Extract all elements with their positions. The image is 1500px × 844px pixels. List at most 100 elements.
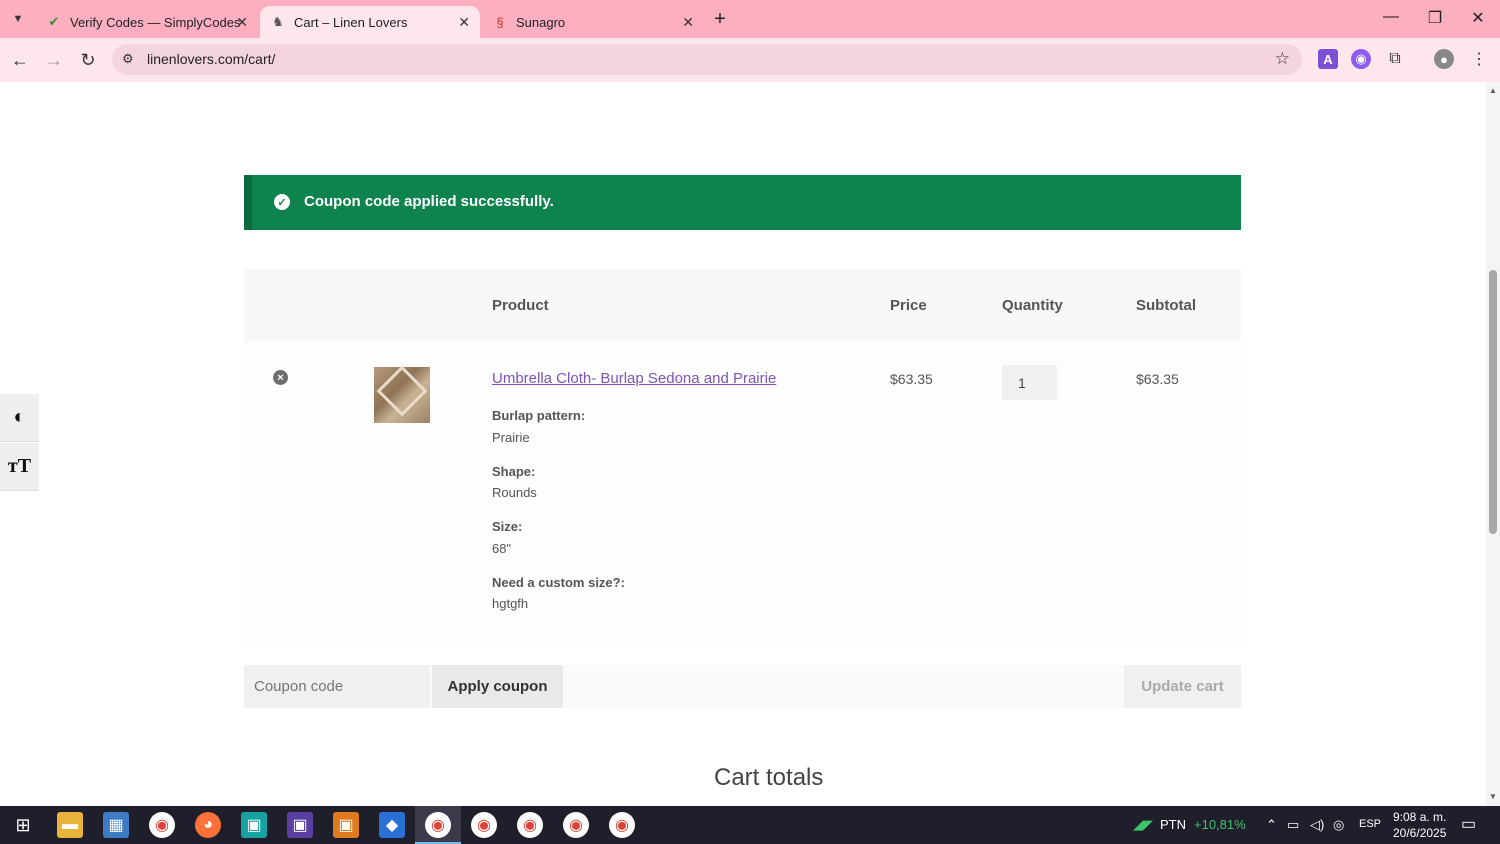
chrome-icon[interactable]: ◉ (149, 812, 175, 838)
minimize-icon: — (1383, 8, 1399, 25)
page-scrollbar[interactable]: ▲ ▼ (1486, 82, 1500, 806)
network-icon[interactable]: ▭ (1287, 817, 1299, 833)
close-tab-icon[interactable]: ✕ (682, 14, 694, 31)
scroll-thumb[interactable] (1489, 270, 1497, 534)
extension-swirl-icon[interactable]: ◉ (1351, 49, 1371, 69)
clock-time: 9:08 a. m. (1393, 810, 1447, 824)
arrow-left-icon: ← (11, 49, 29, 70)
apply-coupon-button[interactable]: Apply coupon (432, 665, 563, 708)
browser-chrome: ▼ ✔ Verify Codes — SimplyCodes ✕ ♞ Cart … (0, 0, 1500, 82)
browser-toolbar: ← → ↻ ⚙ linenlovers.com/cart/ ☆ A ◉ ⧉ ● … (0, 38, 1500, 82)
tab-search-button[interactable]: ▼ (6, 8, 30, 30)
minimize-button[interactable]: — (1376, 8, 1406, 26)
close-window-button[interactable]: ✕ (1463, 8, 1493, 28)
coupon-success-notice: ✓ Coupon code applied successfully. (244, 175, 1241, 230)
cart-table-header: Product Price Quantity Subtotal (244, 269, 1241, 341)
header-product: Product (492, 297, 549, 314)
header-price: Price (890, 297, 927, 314)
stock-change[interactable]: +10,81% (1194, 817, 1246, 832)
chrome-profile-j-icon[interactable]: ◉ (471, 812, 497, 838)
close-tab-icon[interactable]: ✕ (236, 14, 248, 31)
sync-icon[interactable]: ◎ (1333, 817, 1344, 833)
back-button[interactable]: ← (8, 48, 32, 72)
text-size-icon: ᴛT (7, 455, 32, 477)
url-text[interactable]: linenlovers.com/cart/ (147, 51, 275, 67)
meta-value-size: 68" (492, 541, 512, 556)
close-tab-icon[interactable]: ✕ (458, 14, 470, 31)
scroll-down-icon[interactable]: ▼ (1489, 792, 1497, 801)
tab-title: Verify Codes — SimplyCodes (70, 14, 241, 30)
browser-menu-icon[interactable]: ⋮ (1469, 49, 1489, 69)
address-bar[interactable]: ⚙ linenlovers.com/cart/ ☆ (112, 44, 1302, 75)
extensions-puzzle-icon[interactable]: ⧉ (1385, 49, 1405, 69)
meta-label-size: Size: (492, 519, 523, 534)
firefox-icon[interactable]: ◕ (195, 812, 221, 838)
tab-linen-lovers[interactable]: ♞ Cart – Linen Lovers ✕ (260, 6, 480, 38)
calculator-icon[interactable]: ▦ (103, 812, 129, 838)
text-size-toggle[interactable]: ᴛT (0, 443, 39, 491)
stock-chart-icon[interactable]: ◢◤ (1133, 817, 1153, 833)
clock-date: 20/6/2025 (1393, 826, 1447, 840)
quantity-input[interactable] (1002, 365, 1057, 400)
bookmark-star-icon[interactable]: ☆ (1275, 49, 1290, 69)
copilot-icon[interactable]: ◆ (379, 812, 405, 838)
notice-message: Coupon code applied successfully. (304, 193, 554, 210)
start-windows-icon[interactable]: ⊞ (10, 812, 36, 838)
windows-taskbar: ⊞ ▬ ▦ ◉ ◕ ▣ ▣ ▣ ◆ ◉ ◉ ◉ ◉ ◉ ◢◤ PTN +10,8… (0, 806, 1500, 844)
tab-title: Cart – Linen Lovers (294, 14, 408, 30)
meta-label-custom-size: Need a custom size?: (492, 575, 625, 590)
item-subtotal: $63.35 (1136, 371, 1179, 387)
linen-lovers-favicon-icon: ♞ (272, 14, 284, 29)
slides-app-icon[interactable]: ▣ (333, 812, 359, 838)
plus-icon: + (714, 8, 726, 30)
update-cart-button[interactable]: Update cart (1124, 665, 1241, 708)
profile-avatar[interactable]: ● (1434, 49, 1454, 69)
restore-icon: ❐ (1427, 10, 1443, 27)
forward-button[interactable]: → (42, 48, 66, 72)
clock[interactable]: 9:08 a. m. 20/6/2025 (1393, 809, 1446, 841)
presentation-app-icon[interactable]: ▣ (287, 812, 313, 838)
extension-a-icon[interactable]: A (1318, 49, 1338, 69)
chevron-down-icon: ▼ (12, 13, 24, 25)
simplycodes-favicon-icon: ✔ (48, 14, 60, 29)
check-circle-icon: ✓ (274, 194, 290, 210)
coupon-actions-row: Apply coupon Update cart (244, 665, 1241, 708)
meta-value-shape: Rounds (492, 485, 537, 500)
meta-label-shape: Shape: (492, 464, 536, 479)
chrome-profile-m2-icon[interactable]: ◉ (563, 812, 589, 838)
close-icon: ✕ (1471, 10, 1485, 27)
coupon-code-input[interactable] (244, 665, 430, 708)
stock-label[interactable]: PTN (1160, 817, 1186, 832)
chrome-profile-m-icon[interactable]: ◉ (517, 812, 543, 838)
remote-desktop-icon[interactable]: ▣ (241, 812, 267, 838)
meta-value-custom-size: hgtgfh (492, 596, 529, 611)
cart-totals-heading: Cart totals (714, 764, 824, 791)
notifications-icon[interactable]: ▭ (1461, 814, 1476, 834)
new-tab-button[interactable]: + (708, 8, 732, 31)
scroll-up-icon[interactable]: ▲ (1489, 86, 1497, 95)
high-contrast-toggle[interactable]: ◐ (0, 394, 39, 442)
arrow-right-icon: → (45, 49, 63, 70)
header-subtotal: Subtotal (1136, 297, 1196, 314)
product-name-link[interactable]: Umbrella Cloth- Burlap Sedona and Prairi… (492, 370, 776, 387)
site-info-icon[interactable]: ⚙ (122, 51, 134, 67)
volume-icon[interactable]: ◁) (1310, 817, 1324, 833)
restore-button[interactable]: ❐ (1420, 8, 1450, 28)
tab-simplycodes[interactable]: ✔ Verify Codes — SimplyCodes ✕ (36, 6, 258, 38)
reload-button[interactable]: ↻ (76, 48, 100, 72)
tab-title: Sunagro (516, 14, 566, 30)
file-explorer-icon[interactable]: ▬ (57, 812, 83, 838)
product-thumbnail[interactable] (374, 367, 430, 423)
remove-item-icon[interactable]: × (273, 370, 288, 385)
item-price: $63.35 (890, 371, 933, 387)
chrome-profile-m3-icon[interactable]: ◉ (609, 812, 635, 838)
tab-sunagro[interactable]: § Sunagro ✕ (482, 6, 704, 38)
cart-table: Product Price Quantity Subtotal × Umbrel… (244, 269, 1241, 649)
chevron-up-icon[interactable]: ⌃ (1266, 817, 1277, 833)
meta-label-pattern: Burlap pattern: (492, 408, 586, 423)
tab-strip: ▼ ✔ Verify Codes — SimplyCodes ✕ ♞ Cart … (0, 0, 1500, 38)
reload-icon: ↻ (80, 49, 96, 70)
chrome-profile-icon[interactable]: ◉ (425, 812, 451, 838)
language-indicator[interactable]: ESP (1359, 818, 1381, 830)
meta-value-pattern: Prairie (492, 430, 530, 445)
